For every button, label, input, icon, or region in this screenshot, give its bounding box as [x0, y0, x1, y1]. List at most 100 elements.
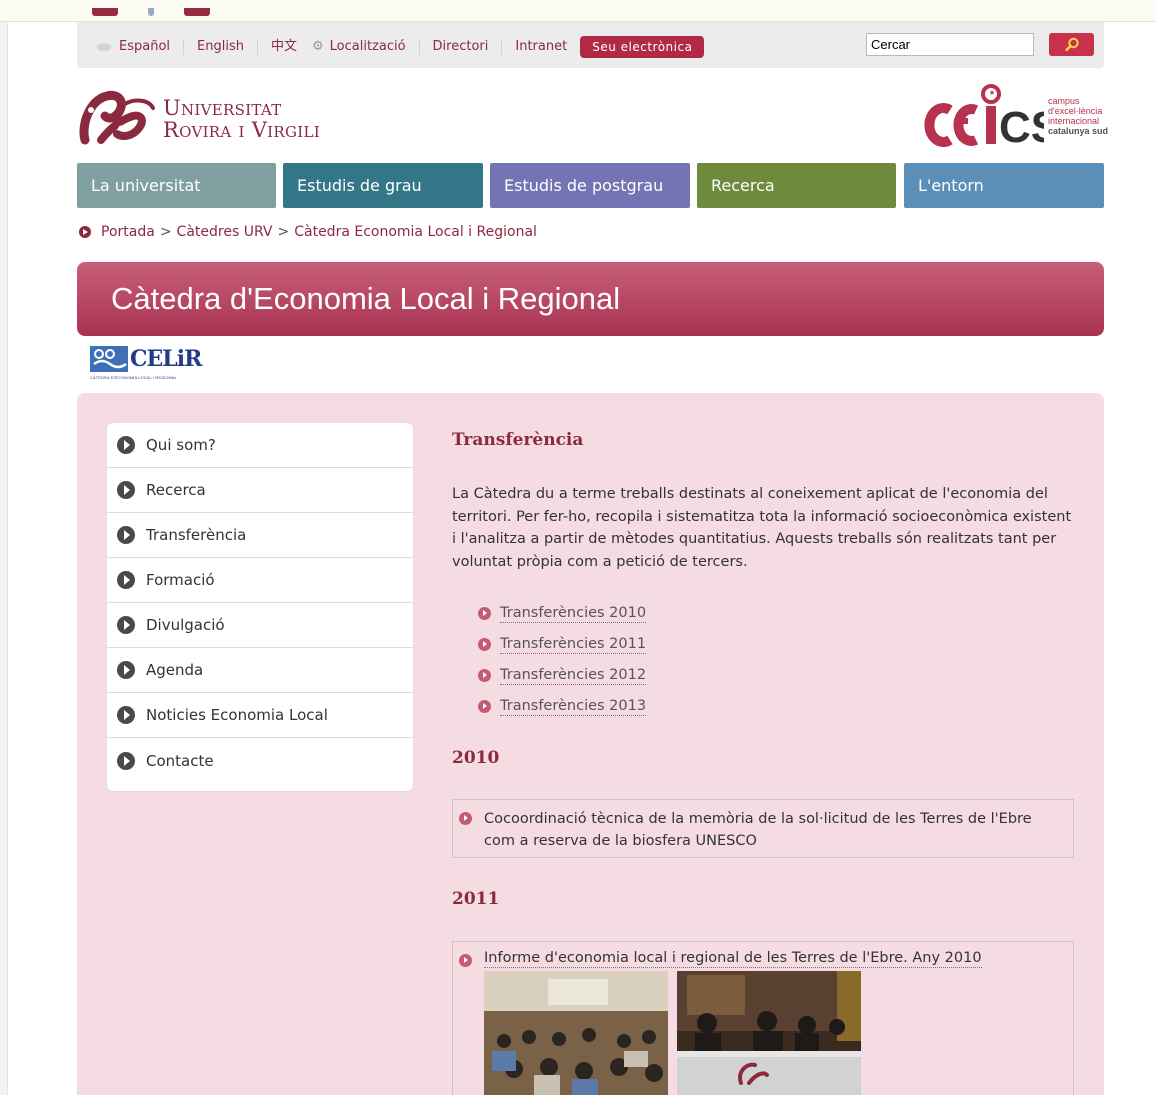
item-text: Cocoordinació tècnica de la memòria de l… — [484, 811, 1032, 849]
link-transferencies-2010[interactable]: Transferències 2010 — [478, 598, 647, 629]
sidebar-item-qui-som[interactable]: Qui som? — [107, 423, 413, 468]
year-heading-2010: 2010 — [452, 748, 500, 768]
sidebar-item-transferencia[interactable]: Transferència — [107, 513, 413, 558]
sidebar-item-noticies[interactable]: Noticies Economia Local — [107, 693, 413, 738]
lang-label: English — [197, 39, 244, 54]
page-title-banner: Càtedra d'Economia Local i Regional — [77, 262, 1104, 336]
sidebar-item-label: Qui som? — [146, 436, 216, 454]
cut-icon — [184, 8, 210, 16]
year-heading-2011: 2011 — [452, 889, 500, 909]
urv-name-line1: Universitat — [163, 96, 282, 120]
urv-name-line2: Rovira i Virgili — [163, 118, 320, 142]
urv-emblem-icon — [79, 90, 155, 145]
sidebar-item-divulgacio[interactable]: Divulgació — [107, 603, 413, 648]
main-navigation: La universitat Estudis de grau Estudis d… — [77, 163, 1104, 208]
celir-logo[interactable]: CELiR CÀTEDRA D'ECONOMIA LOCAL I REGIONA… — [90, 346, 202, 380]
ceics-line: d'excel·lència — [1048, 106, 1103, 116]
side-navigation: Qui som? Recerca Transferència Formació … — [107, 423, 413, 791]
arrow-right-icon — [117, 706, 135, 724]
breadcrumb-current[interactable]: Càtedra Economia Local i Regional — [294, 224, 537, 240]
search-input[interactable] — [866, 33, 1034, 56]
link-label: Transferències 2011 — [500, 635, 647, 654]
link-transferencies-2012[interactable]: Transferències 2012 — [478, 660, 647, 691]
sidebar-item-label: Transferència — [146, 526, 247, 544]
arrow-right-icon — [478, 700, 491, 713]
intranet-label: Intranet — [515, 39, 568, 54]
location-label: Localització — [329, 39, 406, 54]
lang-link-es[interactable]: Español — [97, 39, 183, 55]
sidebar-item-label: Agenda — [146, 661, 204, 679]
arrow-right-icon — [117, 436, 135, 454]
browser-strip — [0, 0, 1156, 22]
sidebar-item-agenda[interactable]: Agenda — [107, 648, 413, 693]
breadcrumb-catedres[interactable]: Càtedres URV — [177, 224, 273, 240]
breadcrumb-separator: > — [277, 224, 290, 240]
arrow-right-icon — [117, 481, 135, 499]
breadcrumb-separator: > — [159, 224, 172, 240]
cut-icon — [148, 8, 154, 16]
report-link[interactable]: Informe d'economia local i regional de l… — [484, 950, 982, 968]
breadcrumb-arrow-icon — [79, 226, 91, 238]
link-label: Transferències 2013 — [500, 697, 647, 716]
urv-name: Universitat Rovira i Virgili — [163, 97, 320, 141]
ceics-tagline: campus d'excel·lència internacional cata… — [1048, 96, 1108, 136]
cut-icon — [92, 8, 118, 16]
arrow-right-icon — [117, 571, 135, 589]
nav-item-lentorn[interactable]: L'entorn — [904, 163, 1104, 208]
svg-text:CS: CS — [999, 103, 1044, 150]
nav-item-estudis-de-postgrau[interactable]: Estudis de postgrau — [490, 163, 690, 208]
arrow-right-icon — [117, 751, 135, 770]
breadcrumb: Portada > Càtedres URV > Càtedra Economi… — [79, 224, 537, 240]
arrow-right-icon — [459, 812, 472, 825]
lang-link-zh[interactable]: 中文 — [256, 39, 310, 55]
lang-label: Español — [119, 39, 171, 54]
link-transferencies-2013[interactable]: Transferències 2013 — [478, 691, 647, 722]
search-icon — [1064, 37, 1079, 51]
arrow-right-icon — [478, 669, 491, 682]
arrow-right-icon — [117, 526, 135, 544]
cut-off-icons — [92, 8, 210, 16]
nav-item-recerca[interactable]: Recerca — [697, 163, 896, 208]
arrow-right-icon — [478, 638, 491, 651]
ceics-logo[interactable]: * CS campus d'excel·lència internacional… — [922, 82, 1108, 150]
item-2010: Cocoordinació tècnica de la memòria de l… — [459, 808, 1063, 852]
nav-item-estudis-de-grau[interactable]: Estudis de grau — [283, 163, 483, 208]
arrow-right-icon — [478, 607, 491, 620]
top-utility-bar: Español English 中文 ⚙ Localització Direct… — [77, 22, 1104, 68]
top-links: Español English 中文 ⚙ Localització Direct… — [97, 36, 705, 58]
lang-link-en[interactable]: English — [183, 39, 257, 55]
link-label: Transferències 2012 — [500, 666, 647, 685]
photo-conference-room-icon — [484, 971, 668, 1095]
window-left-edge — [0, 22, 8, 1095]
search-button[interactable] — [1049, 33, 1094, 56]
event-photo-2[interactable] — [677, 971, 861, 1095]
arrow-right-icon — [117, 661, 135, 679]
celir-wordmark: CELiR — [130, 346, 202, 372]
breadcrumb-home[interactable]: Portada — [101, 224, 155, 240]
ceics-line: internacional — [1048, 116, 1100, 126]
bullet-icon — [97, 43, 111, 51]
sidebar-item-label: Divulgació — [146, 616, 225, 634]
ceics-line: catalunya sud — [1048, 126, 1109, 136]
sidebar-item-label: Recerca — [146, 481, 206, 499]
directory-label: Directori — [432, 39, 489, 54]
ceics-line: campus — [1048, 96, 1080, 106]
link-label: Transferències 2010 — [500, 604, 647, 623]
nav-item-la-universitat[interactable]: La universitat — [77, 163, 276, 208]
main-content: Transferència — [452, 430, 1074, 450]
page-title: Càtedra d'Economia Local i Regional — [111, 281, 621, 316]
directory-link[interactable]: Directori — [418, 39, 502, 55]
link-transferencies-2011[interactable]: Transferències 2011 — [478, 629, 647, 660]
sidebar-item-recerca[interactable]: Recerca — [107, 468, 413, 513]
svg-text:*: * — [990, 89, 995, 101]
location-link[interactable]: ⚙ Localització — [310, 39, 419, 55]
event-photo-1[interactable] — [484, 971, 668, 1095]
intro-paragraph: La Càtedra du a terme treballs destinats… — [452, 486, 1072, 570]
sidebar-item-label: Contacte — [146, 751, 214, 770]
seu-electronica-button[interactable]: Seu electrònica — [580, 36, 705, 58]
sidebar-item-contacte[interactable]: Contacte — [107, 738, 413, 791]
sidebar-item-formacio[interactable]: Formació — [107, 558, 413, 603]
intranet-link[interactable]: Intranet — [501, 39, 580, 55]
lang-label: 中文 — [270, 39, 297, 54]
urv-logo[interactable]: Universitat Rovira i Virgili — [79, 90, 320, 148]
